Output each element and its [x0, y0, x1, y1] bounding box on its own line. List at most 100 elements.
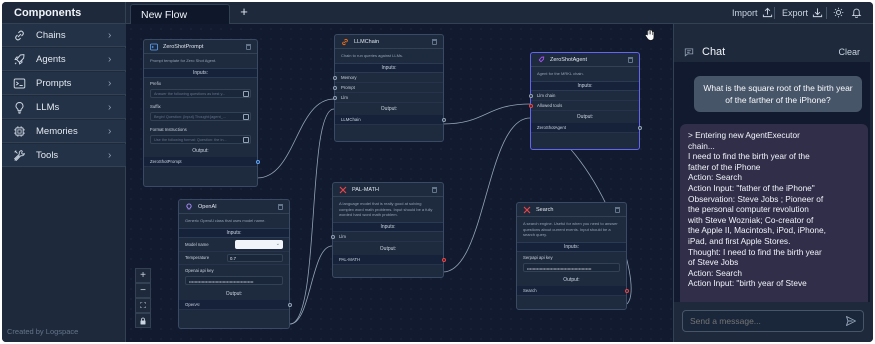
external-link-icon[interactable] — [243, 90, 249, 97]
zoom-out-button[interactable]: − — [135, 283, 151, 298]
bot-message-line: Thought: I need to find the birth year — [688, 246, 822, 257]
bot-message: > Entering new AgentExecutor chain... I … — [680, 124, 868, 302]
output-header: Output: — [379, 245, 397, 252]
node-pal-math[interactable]: PAL-MATH A language model that is really… — [330, 182, 446, 278]
output-handle[interactable] — [441, 257, 446, 262]
suffix-input[interactable]: Begin! Question: {input} Thought:{agent_… — [150, 111, 251, 121]
sidebar-item-memories[interactable]: Memories › — [2, 120, 126, 143]
output-row: Search — [517, 285, 629, 296]
tab-new-flow[interactable]: New Flow — [130, 4, 230, 24]
node-zeroshotagent[interactable]: ZeroShotAgent Agent for the MRKL chain. … — [528, 52, 642, 150]
wrench-icon — [522, 205, 531, 214]
external-link-icon[interactable] — [243, 113, 249, 120]
notifications-button[interactable] — [851, 7, 862, 18]
sidebar-item-tools[interactable]: Tools › — [2, 144, 126, 167]
output-name: PAL-MATH — [339, 256, 361, 262]
output-handle[interactable] — [637, 125, 642, 130]
node-description: A language model that is really good at … — [339, 201, 433, 217]
serpapi-api-key-input[interactable]: ••••••••••••••••••••••••••••••••••••••••… — [523, 262, 620, 272]
node-llmchain[interactable]: LLMChain Chain to run queries against LL… — [332, 34, 446, 142]
input-row-llm: Llm — [330, 232, 443, 242]
trash-icon[interactable] — [246, 44, 251, 50]
fit-view-button[interactable]: ⛶ — [135, 298, 151, 313]
input-handle[interactable] — [332, 75, 337, 80]
chevron-right-icon: › — [108, 53, 112, 65]
edge-llmchain-to-zeroshotagent — [442, 103, 531, 125]
input-handle[interactable] — [330, 234, 335, 239]
trash-icon[interactable] — [278, 204, 283, 210]
openai-api-key-input[interactable]: ••••••••••••••••••••••••••••••••••••••••… — [185, 275, 283, 285]
input-handle[interactable] — [332, 85, 337, 90]
node-description: Chain to run queries against LLMs. — [341, 53, 404, 58]
temperature-input[interactable]: 0.7 — [227, 253, 283, 262]
output-handle[interactable] — [287, 302, 292, 307]
rocket-icon — [12, 52, 26, 66]
user-message: What is the square root of the birth yea… — [694, 76, 862, 112]
send-icon[interactable] — [845, 315, 857, 327]
inputs-header: Inputs: — [144, 67, 257, 78]
sidebar-item-label: Agents — [36, 53, 66, 65]
sidebar-title: Components — [2, 2, 126, 24]
trash-icon[interactable] — [432, 39, 437, 45]
node-zeroshotprompt[interactable]: ZeroShotPrompt Prompt template for Zero … — [143, 39, 260, 187]
import-button[interactable]: Import — [732, 7, 773, 18]
input-handle[interactable] — [332, 95, 337, 100]
bot-message-line: Action: Search — [688, 172, 742, 183]
model-name-select[interactable]: ⌄ — [235, 239, 283, 249]
top-bar: New Flow + Import Export — [126, 2, 873, 24]
output-name: OpenAI — [185, 301, 200, 307]
node-header: ZeroShotAgent — [531, 53, 639, 67]
sidebar-item-label: Tools — [36, 149, 59, 161]
node-title: Search — [536, 206, 554, 213]
output-handle[interactable] — [624, 288, 629, 293]
output-header: Output: — [192, 147, 209, 154]
node-header: PAL-MATH — [333, 183, 443, 197]
input-row-llm: Llm — [332, 93, 443, 103]
external-link-icon[interactable] — [243, 136, 249, 143]
sidebar-item-llms[interactable]: LLMs › — [2, 96, 126, 119]
sidebar-item-prompts[interactable]: Prompts › — [2, 72, 126, 95]
output-name: Search — [523, 287, 537, 293]
output-name: ZeroShotPrompt — [150, 158, 182, 164]
chat-scrollbar[interactable] — [870, 62, 873, 302]
output-row: ZeroShotAgent — [531, 122, 642, 133]
sidebar-item-agents[interactable]: Agents › — [2, 48, 126, 71]
input-handle[interactable] — [528, 103, 533, 108]
export-button[interactable]: Export — [782, 7, 823, 18]
temperature-label: Temperature — [185, 255, 210, 260]
inputs-header: Inputs: — [531, 80, 639, 91]
lock-button[interactable] — [135, 313, 151, 328]
theme-toggle-button[interactable] — [833, 7, 844, 18]
trash-icon[interactable] — [615, 207, 620, 213]
sidebar-item-label: Prompts — [36, 77, 72, 89]
zoom-in-button[interactable]: + — [135, 268, 151, 283]
chat-header: Chat Clear — [674, 42, 873, 62]
format-instructions-value: Use the following format: Question: the … — [154, 137, 227, 142]
trash-icon[interactable] — [432, 187, 437, 193]
link-icon — [12, 28, 26, 42]
input-name: Prompt — [341, 84, 355, 90]
format-instructions-input[interactable]: Use the following format: Question: the … — [150, 134, 251, 144]
output-handle[interactable] — [441, 117, 446, 122]
trash-icon[interactable] — [628, 57, 633, 63]
bot-message-line: father of the iPhone — [688, 161, 761, 172]
node-title: OpenAI — [198, 203, 217, 210]
input-handle[interactable] — [528, 93, 533, 98]
output-header: Output: — [225, 290, 243, 297]
flow-canvas[interactable]: ZeroShotPrompt Prompt template for Zero … — [126, 24, 673, 342]
input-name: Llm — [339, 233, 346, 239]
node-openai[interactable]: OpenAI Generic OpenAI class that uses mo… — [178, 199, 292, 329]
prefix-value: Answer the following questions as best y… — [154, 91, 226, 96]
suffix-label: Suffix — [150, 103, 161, 109]
clear-chat-button[interactable]: Clear — [838, 47, 860, 57]
add-tab-button[interactable]: + — [237, 5, 251, 19]
output-handle[interactable] — [255, 159, 260, 164]
node-search[interactable]: Search A search engine. Useful for when … — [516, 202, 629, 310]
sidebar-item-chains[interactable]: Chains › — [2, 24, 126, 47]
output-name: LLMChain — [341, 116, 361, 122]
output-header: Output: — [576, 113, 594, 120]
prefix-input[interactable]: Answer the following questions as best y… — [150, 88, 251, 98]
lightbulb-icon — [184, 202, 193, 211]
bot-message-line: iPad, and first Apple Stores. — [688, 235, 791, 246]
chat-message-input[interactable] — [682, 310, 864, 332]
